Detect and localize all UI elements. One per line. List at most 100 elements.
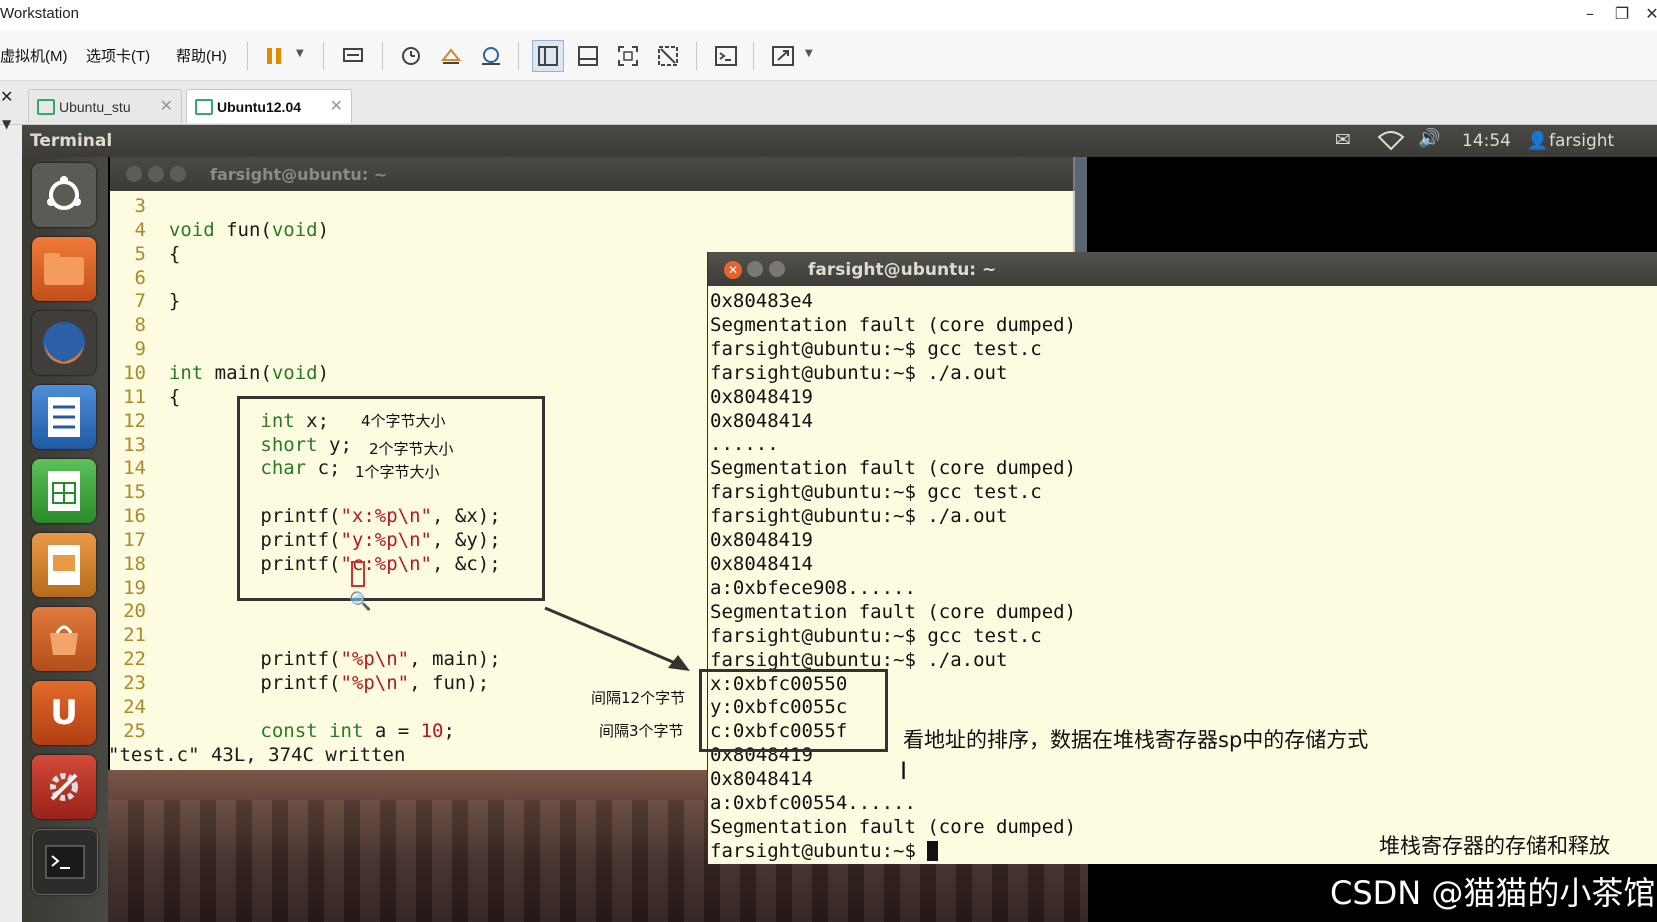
impress-presentation-icon[interactable]	[32, 533, 96, 597]
minimize-icon[interactable]	[148, 166, 164, 182]
unity-launcher: U	[22, 157, 108, 922]
pause-button[interactable]	[258, 40, 290, 72]
tab-label: Ubuntu12.04	[217, 99, 302, 115]
editor-scrollbar[interactable]	[1073, 157, 1087, 254]
writer-icon[interactable]	[32, 385, 96, 449]
terminal-line: Segmentation fault (core dumped)	[710, 457, 1077, 480]
vm-icon	[195, 99, 213, 115]
view-thumbnail-button[interactable]	[572, 40, 604, 72]
line-code: printf("%p\n", main);	[168, 648, 501, 671]
minimize-icon[interactable]: –	[1578, 4, 1602, 23]
cursor-highlight	[351, 561, 365, 587]
line-number: 11	[123, 385, 146, 408]
line-code: printf("%p\n", fun);	[168, 672, 490, 694]
terminal-app-icon[interactable]	[32, 829, 98, 895]
terminal-line: farsight@ubuntu:~$ ./a.out	[710, 361, 1008, 384]
line-number: 23	[123, 672, 146, 694]
tab-close-icon[interactable]: ✕	[160, 96, 173, 116]
close-icon[interactable]: ✕	[724, 261, 742, 279]
firefox-icon[interactable]	[32, 311, 96, 375]
terminal-line: farsight@ubuntu:~$ gcc test.c	[710, 337, 1042, 360]
line-number: 7	[134, 290, 146, 313]
menu-vm[interactable]: 虚拟机(M)	[0, 45, 68, 66]
ubuntu-top-panel: Terminal ✉ 🔊 14:54 👤 farsight ⚙	[22, 125, 1657, 157]
user-name[interactable]: farsight	[1549, 131, 1614, 151]
stretch-button[interactable]	[767, 40, 799, 72]
tab-label: Ubuntu_stu	[59, 99, 131, 115]
editor-line: 23 printf("%p\n", fun);	[110, 672, 489, 696]
network-icon[interactable]	[1377, 131, 1405, 151]
line-number: 22	[123, 648, 146, 671]
snapshot-button[interactable]	[395, 40, 427, 72]
library-strip: ▼	[0, 117, 23, 922]
annotation-size-c: 1个字节大小	[355, 463, 440, 481]
tab-ubuntu12[interactable]: Ubuntu12.04 ✕	[186, 89, 352, 123]
terminal-title: farsight@ubuntu: ~	[808, 260, 997, 280]
tab-ubuntu-stu[interactable]: Ubuntu_stu ✕	[28, 89, 182, 123]
unity-icon	[658, 46, 678, 66]
stretch-icon	[772, 46, 794, 66]
volume-icon[interactable]: 🔊	[1418, 128, 1440, 149]
terminal-line: farsight@ubuntu:~$ ./a.out	[710, 505, 1008, 528]
editor-title: farsight@ubuntu: ~	[210, 165, 388, 184]
line-number: 20	[123, 600, 146, 623]
user-icon[interactable]: 👤	[1527, 131, 1548, 151]
window-title-bar: Workstation – ❐ ✕	[0, 0, 1657, 31]
line-number: 4	[134, 218, 146, 241]
line-number: 19	[123, 576, 146, 599]
unity-button[interactable]	[652, 40, 684, 72]
calc-spreadsheet-icon[interactable]	[32, 459, 96, 523]
annotation-order-note: 看地址的排序，数据在堆栈寄存器sp中的存储方式	[903, 728, 1369, 752]
close-icon[interactable]: ✕	[1640, 4, 1657, 23]
send-ctrl-alt-del-button[interactable]	[337, 40, 369, 72]
clock[interactable]: 14:54	[1462, 131, 1511, 151]
terminal-cursor	[927, 841, 939, 862]
system-settings-icon[interactable]	[32, 755, 96, 819]
snapshot-manager-button[interactable]	[475, 40, 507, 72]
pause-dropdown-icon[interactable]: ▼	[296, 48, 304, 59]
revert-icon	[440, 48, 462, 64]
menu-tabs[interactable]: 选项卡(T)	[86, 45, 150, 66]
view-library-button[interactable]	[532, 40, 564, 72]
terminal-line: ......	[710, 433, 779, 456]
terminal-line: 0x8048419	[710, 385, 813, 408]
line-number: 15	[123, 481, 146, 504]
addresses-highlight-box	[699, 669, 888, 752]
menu-help[interactable]: 帮助(H)	[176, 45, 227, 66]
line-number: 18	[123, 552, 146, 575]
fullscreen-icon	[618, 46, 638, 66]
files-folder-icon[interactable]	[32, 237, 96, 301]
maximize-icon[interactable]	[170, 166, 186, 182]
editor-line: 11 {	[110, 386, 180, 410]
console-view-button[interactable]	[710, 40, 742, 72]
terminal-line: 0x8048419	[710, 529, 813, 552]
terminal-output[interactable]: 0x80483e4 Segmentation fault (core dumped…	[710, 290, 1076, 864]
revert-snapshot-button[interactable]	[435, 40, 467, 72]
terminal-line: 0x8048414	[710, 768, 813, 791]
editor-line: 19	[110, 577, 169, 601]
line-number: 3	[134, 195, 146, 217]
close-icon[interactable]	[126, 166, 142, 182]
software-center-bag-icon[interactable]	[32, 607, 96, 671]
active-app-name: Terminal	[30, 131, 113, 151]
full-screen-button[interactable]	[612, 40, 644, 72]
stretch-dropdown-icon[interactable]: ▼	[805, 48, 813, 59]
maximize-icon[interactable]: ❐	[1610, 4, 1634, 23]
editor-line: 20	[110, 600, 169, 624]
annotation-gap-3: 间隔3个字节	[599, 722, 684, 740]
ubuntu-one-icon[interactable]: U	[32, 681, 96, 745]
library-dropdown-icon[interactable]: ▼	[2, 117, 11, 131]
mail-icon[interactable]: ✉	[1335, 129, 1351, 151]
line-code: {	[168, 385, 181, 408]
dash-home-icon[interactable]	[32, 163, 96, 227]
minimize-icon[interactable]	[747, 261, 763, 277]
line-number: 14	[123, 457, 146, 480]
line-number: 21	[123, 624, 146, 647]
tab-close-icon[interactable]: ✕	[330, 96, 343, 116]
maximize-icon[interactable]	[769, 261, 785, 277]
annotation-caption: 堆栈寄存器的存储和释放	[1379, 834, 1610, 858]
line-number: 10	[123, 361, 146, 384]
terminal-title-bar: ✕ farsight@ubuntu: ~	[708, 252, 1657, 286]
zoom-cursor-icon: 🔍	[349, 591, 372, 612]
close-library-icon[interactable]: ✕	[0, 87, 13, 106]
